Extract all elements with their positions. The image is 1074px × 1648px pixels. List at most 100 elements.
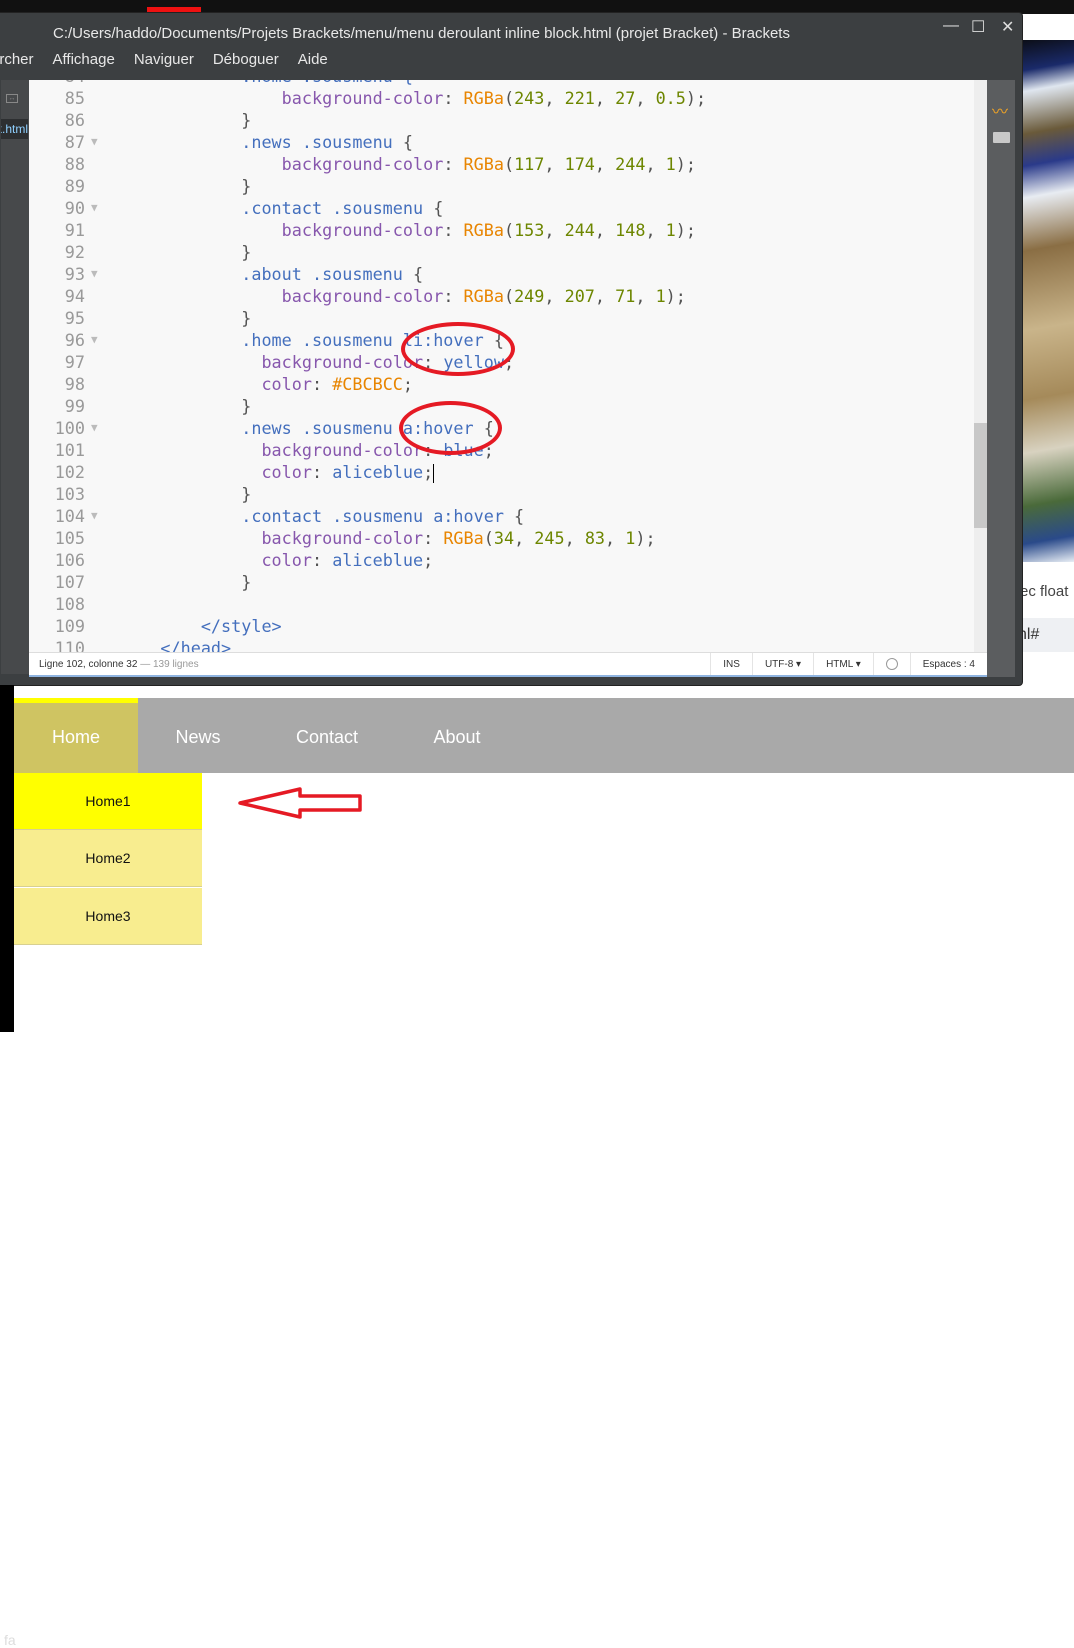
code-editor[interactable]: 84 .home .sousmenu {85 background-color:… (29, 80, 987, 652)
line-number: 90 (64, 198, 85, 218)
code-token: RGBa (463, 154, 504, 174)
code-token: ( (483, 528, 494, 548)
background-earth-image (1015, 40, 1074, 562)
code-token: 244 (564, 220, 595, 240)
code-text: color: aliceblue; (120, 461, 435, 483)
code-token: .about .sousmenu (120, 264, 403, 284)
code-token: 34 (493, 528, 515, 548)
code-token: RGBa (463, 88, 504, 108)
line-number: 86 (64, 110, 85, 130)
code-token: } (120, 242, 252, 262)
fold-toggle-icon[interactable]: ▼ (91, 131, 98, 153)
code-token: aliceblue (332, 550, 424, 570)
menu-deboguer[interactable]: Déboguer (213, 51, 279, 68)
code-token: , (544, 220, 565, 240)
nav-news[interactable]: News (138, 698, 258, 773)
menu-rechercher[interactable]: ercher (0, 51, 34, 68)
live-preview-icon[interactable]: 〰 (992, 98, 1008, 122)
nav-contact[interactable]: Contact (274, 698, 380, 773)
code-token: background-color (120, 528, 424, 548)
scrollbar-thumb[interactable] (974, 423, 987, 528)
code-text: background-color: RGBa(243, 221, 27, 0.5… (120, 87, 706, 109)
code-token: </head> (120, 638, 232, 652)
code-token: 244 (615, 154, 646, 174)
fold-toggle-icon[interactable]: ▼ (91, 197, 98, 219)
fold-toggle-icon[interactable]: ▼ (91, 505, 98, 527)
line-number: 94 (64, 286, 85, 306)
line-number: 102 (54, 462, 85, 482)
right-toolbar: 〰 (987, 80, 1015, 677)
encoding-select[interactable]: UTF-8 ▾ (751, 653, 813, 675)
code-line: 104 ▼ .contact .sousmenu a:hover { (29, 505, 969, 527)
line-number: 88 (64, 154, 85, 174)
code-token: background-color (120, 154, 444, 174)
code-token: , (645, 220, 666, 240)
line-number: 106 (54, 550, 85, 570)
code-line: 89 } (29, 175, 969, 197)
menu-bar: ercher Affichage Naviguer Déboguer Aide (0, 51, 328, 68)
menu-naviguer[interactable]: Naviguer (134, 51, 194, 68)
window-title: C:/Users/haddo/Documents/Projets Bracket… (53, 25, 790, 42)
fold-toggle-icon[interactable]: ▼ (91, 417, 98, 439)
editor-scrollbar[interactable] (974, 80, 987, 652)
nav-home[interactable]: Home (14, 698, 138, 773)
code-token: , (635, 88, 656, 108)
code-token: color (120, 462, 312, 482)
code-token: : (443, 220, 464, 240)
insert-mode[interactable]: INS (710, 653, 752, 675)
code-token: 243 (514, 88, 545, 108)
line-number: 98 (64, 374, 85, 394)
fold-toggle-icon[interactable]: ▼ (91, 329, 98, 351)
line-number: 103 (54, 484, 85, 504)
code-text: background-color: RGBa(153, 244, 148, 1)… (120, 219, 696, 241)
code-token: ( (503, 154, 515, 174)
menu-aide[interactable]: Aide (298, 51, 328, 68)
code-line: 105 background-color: RGBa(34, 245, 83, … (29, 527, 969, 549)
line-number: 97 (64, 352, 85, 372)
code-token: { (402, 264, 424, 284)
code-token: , (635, 286, 656, 306)
submenu-item-home2[interactable]: Home2 (14, 830, 202, 887)
code-line: 109 </style> (29, 615, 969, 637)
language-select[interactable]: HTML ▾ (813, 653, 873, 675)
file-sidebar: ↔ ck.html (1, 80, 29, 674)
code-text: </head> (120, 637, 231, 652)
code-token: ( (503, 220, 515, 240)
code-line: 86 } (29, 109, 969, 131)
code-token: , (544, 286, 565, 306)
line-number: 89 (64, 176, 85, 196)
line-number: 96 (64, 330, 85, 350)
split-view-icon[interactable]: ↔ (6, 94, 18, 103)
extension-manager-icon[interactable] (993, 132, 1010, 143)
line-count: — 139 lignes (137, 658, 199, 670)
code-token: color (120, 374, 312, 394)
code-token: 249 (514, 286, 545, 306)
fold-toggle-icon[interactable]: ▼ (91, 263, 98, 285)
text-cursor (433, 463, 435, 483)
code-text: } (120, 395, 251, 417)
code-line: 88 background-color: RGBa(117, 174, 244,… (29, 153, 969, 175)
code-line: 99 } (29, 395, 969, 417)
code-token: .news .sousmenu (120, 132, 393, 152)
line-number: 85 (64, 88, 85, 108)
code-token: RGBa (463, 286, 504, 306)
code-line: 90 ▼ .contact .sousmenu { (29, 197, 969, 219)
working-file-tab[interactable]: ck.html (1, 119, 28, 139)
line-number: 93 (64, 264, 85, 284)
minimize-button[interactable]: — (943, 17, 959, 35)
code-text: .about .sousmenu { (120, 263, 423, 285)
code-token: } (120, 484, 252, 504)
maximize-button[interactable]: ☐ (971, 17, 985, 37)
submenu-item-home1[interactable]: Home1 (14, 773, 202, 830)
code-text: .contact .sousmenu a:hover { (120, 505, 524, 527)
code-token: ); (675, 220, 696, 240)
code-token: background-color (120, 220, 444, 240)
cursor-position: Ligne 102, colonne 32 — 139 lignes (29, 659, 710, 670)
indent-setting[interactable]: Espaces : 4 (909, 653, 987, 675)
code-line: 102 color: aliceblue; (29, 461, 969, 483)
close-button[interactable]: ✕ (1001, 17, 1014, 37)
nav-about[interactable]: About (414, 698, 500, 773)
code-token: 1 (655, 286, 666, 306)
submenu-item-home3[interactable]: Home3 (14, 888, 202, 945)
menu-affichage[interactable]: Affichage (53, 51, 115, 68)
